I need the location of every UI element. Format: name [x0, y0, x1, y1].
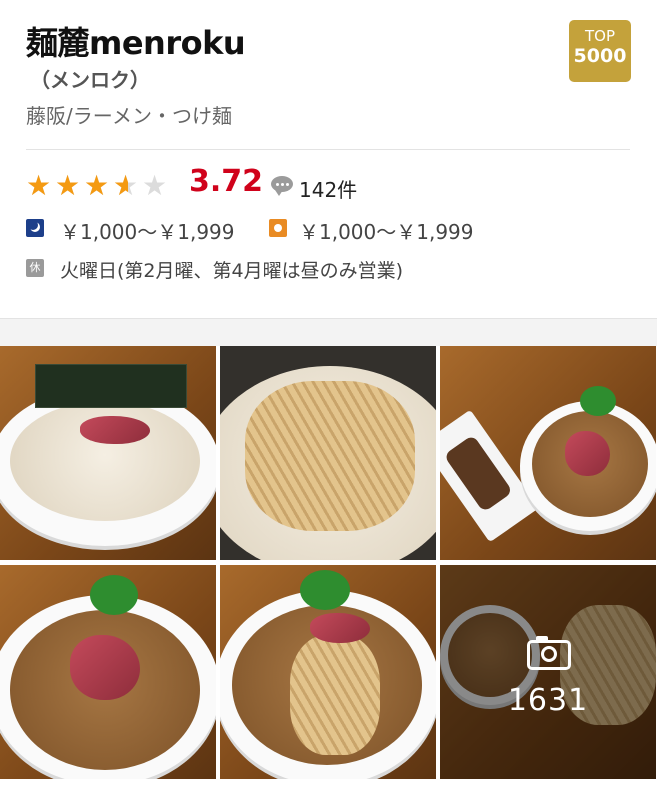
restaurant-kana: （メンロク） — [30, 68, 150, 92]
top5000-award-badge[interactable]: TOP 5000 — [569, 20, 631, 82]
review-bubble-icon — [271, 176, 293, 196]
star-icon: ★★ — [84, 169, 110, 202]
holiday-text: 火曜日(第2月曜、第4月曜は昼のみ営業) — [60, 260, 404, 282]
moon-icon — [26, 219, 44, 237]
duck-meat-image — [70, 635, 140, 700]
noodles-image — [245, 381, 415, 531]
garnish-image — [90, 575, 138, 615]
sun-icon — [269, 219, 287, 237]
camera-icon — [527, 636, 571, 670]
lunch-budget: ￥1,000～￥1,999 — [299, 220, 474, 244]
photo-gallery: 1631 — [0, 346, 657, 800]
chashu-image — [80, 416, 150, 444]
nori-image — [35, 364, 187, 408]
dinner-budget: ￥1,000～￥1,999 — [60, 220, 235, 244]
restaurant-name: 麺麓menroku — [26, 24, 246, 62]
rating-score: 3.72 — [189, 164, 264, 199]
noodles-closeup-photo[interactable] — [220, 346, 436, 560]
divider — [26, 149, 630, 150]
review-count[interactable]: 142件 — [299, 174, 357, 203]
tsukemen-brown-soup-photo[interactable] — [440, 346, 656, 560]
holiday-icon: 休 — [26, 259, 44, 277]
duck-meat-image — [310, 613, 370, 643]
star-icon: ★★ — [113, 169, 139, 202]
section-separator — [0, 318, 657, 347]
rating-stars: ★★★★★★★★★★ — [26, 168, 171, 204]
garnish-image — [300, 570, 350, 610]
star-icon: ★★ — [142, 169, 168, 202]
photo-count: 1631 — [507, 683, 589, 718]
award-label-rank: 5000 — [573, 45, 627, 67]
noodles-lift-photo[interactable] — [220, 565, 436, 779]
duck-meat-image — [565, 431, 610, 476]
star-icon: ★★ — [26, 169, 52, 202]
ramen-white-soup-photo[interactable] — [0, 346, 216, 560]
noodles-image — [290, 635, 380, 755]
restaurant-genre[interactable]: 藤阪/ラーメン・つけ麺 — [26, 100, 232, 129]
award-label-top: TOP — [584, 27, 615, 45]
restaurant-header: 麺麓menroku （メンロク） 藤阪/ラーメン・つけ麺 TOP 5000 ★ ★… — [0, 0, 657, 318]
photo-overlay — [440, 565, 656, 779]
ramen-brown-soup-photo[interactable] — [0, 565, 216, 779]
more-photos-tile[interactable]: 1631 — [440, 565, 656, 779]
star-icon: ★★ — [55, 169, 81, 202]
garnish-image — [580, 386, 616, 416]
